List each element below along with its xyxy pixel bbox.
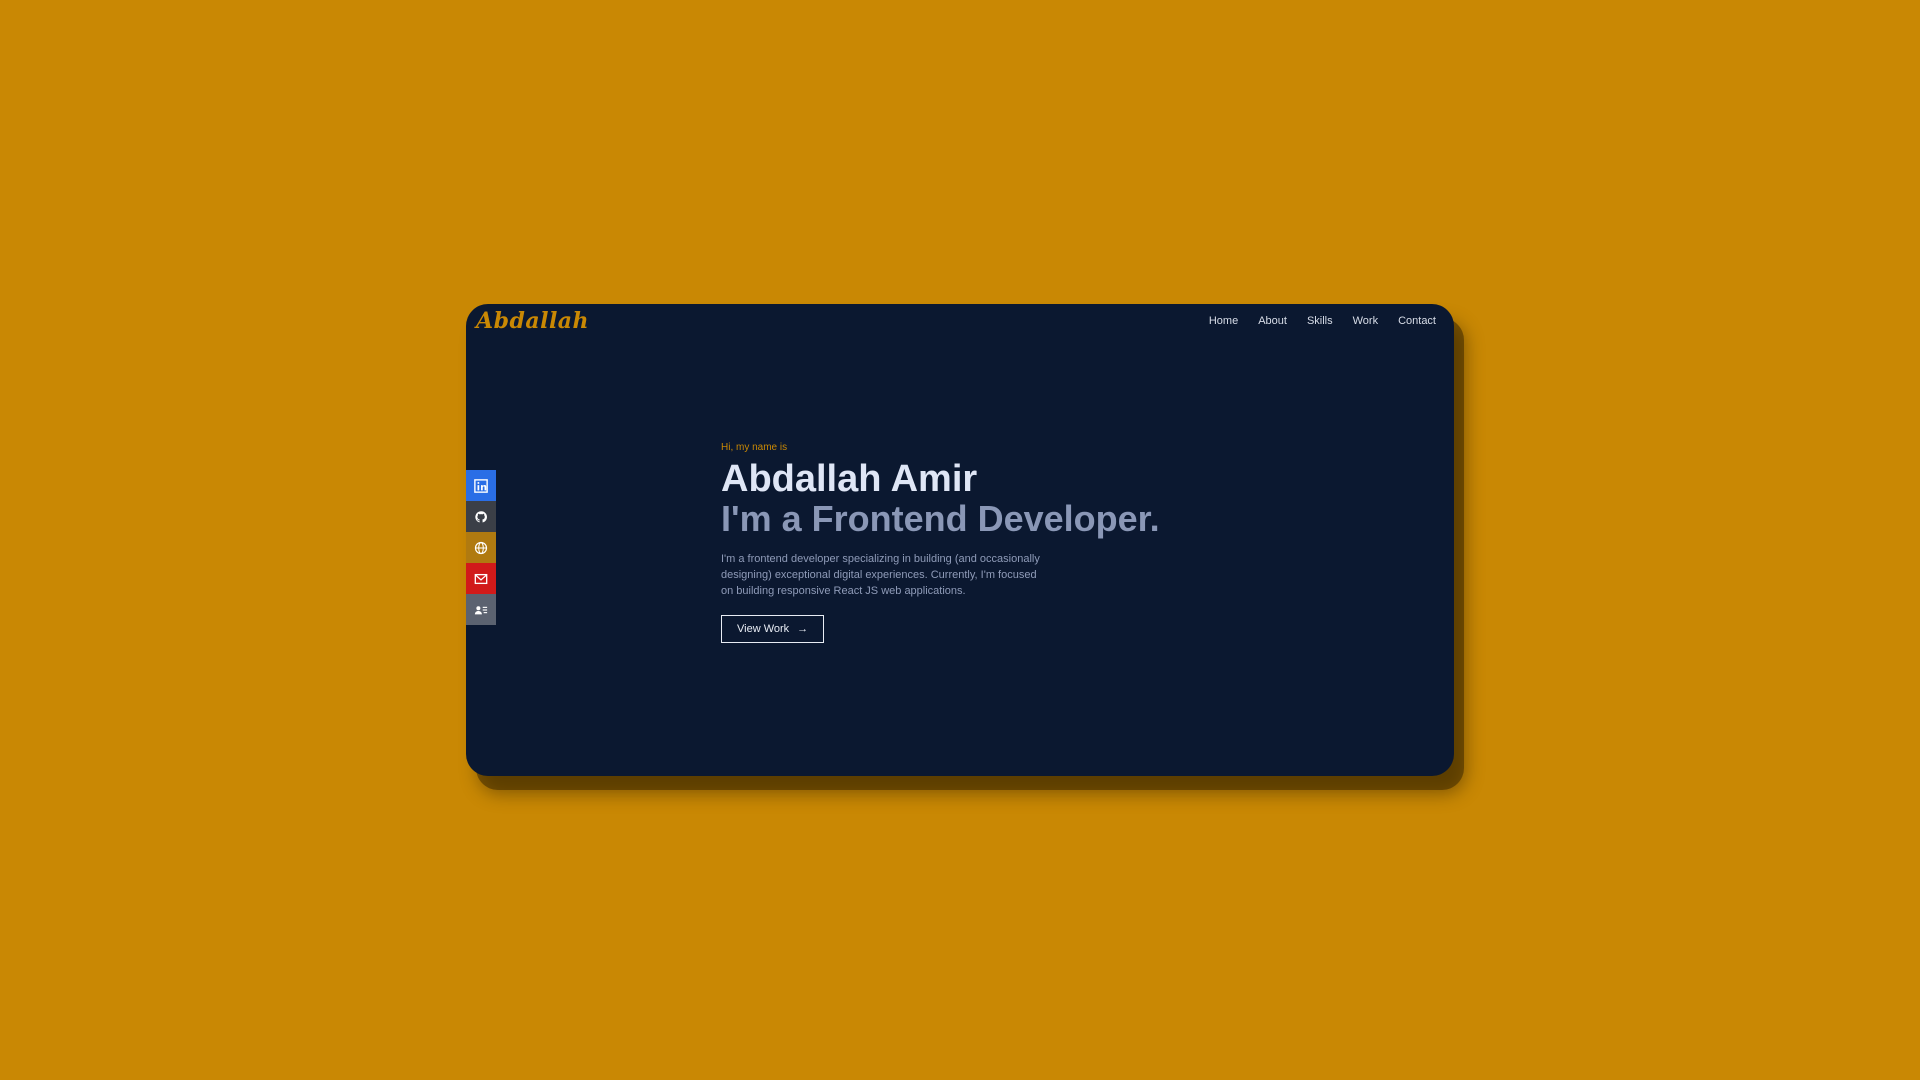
hero-role: I'm a Frontend Developer. xyxy=(721,498,1160,539)
main-nav: Home About Skills Work Contact xyxy=(1209,315,1436,327)
nav-link-skills[interactable]: Skills xyxy=(1307,315,1333,327)
globe-icon xyxy=(474,541,488,554)
linkedin-icon xyxy=(474,478,488,493)
social-sidebar xyxy=(466,470,496,625)
resume-link[interactable] xyxy=(466,594,496,625)
nav-link-contact[interactable]: Contact xyxy=(1398,315,1436,327)
website-link[interactable] xyxy=(466,532,496,563)
github-link[interactable] xyxy=(466,501,496,532)
arrow-right-icon: → xyxy=(797,623,809,635)
view-work-label: View Work xyxy=(737,623,790,635)
contact-card-icon xyxy=(474,605,488,614)
brand-logo[interactable]: Abdallah xyxy=(476,308,589,334)
browser-window: Abdallah Home About Skills Work Contact xyxy=(466,304,1454,776)
view-work-button[interactable]: View Work → xyxy=(721,615,825,643)
nav-link-about[interactable]: About xyxy=(1258,315,1287,327)
hero-name: Abdallah Amir xyxy=(721,458,978,500)
nav-link-work[interactable]: Work xyxy=(1353,315,1378,327)
github-icon xyxy=(475,510,488,522)
nav-link-home[interactable]: Home xyxy=(1209,315,1238,327)
linkedin-link[interactable] xyxy=(466,470,496,501)
hero-section: Hi, my name is Abdallah Amir I'm a Front… xyxy=(721,442,1241,643)
email-link[interactable] xyxy=(466,563,496,594)
hero-description: I'm a frontend developer specializing in… xyxy=(721,553,1040,597)
hero-greeting: Hi, my name is xyxy=(721,442,788,453)
mail-icon xyxy=(474,573,488,584)
